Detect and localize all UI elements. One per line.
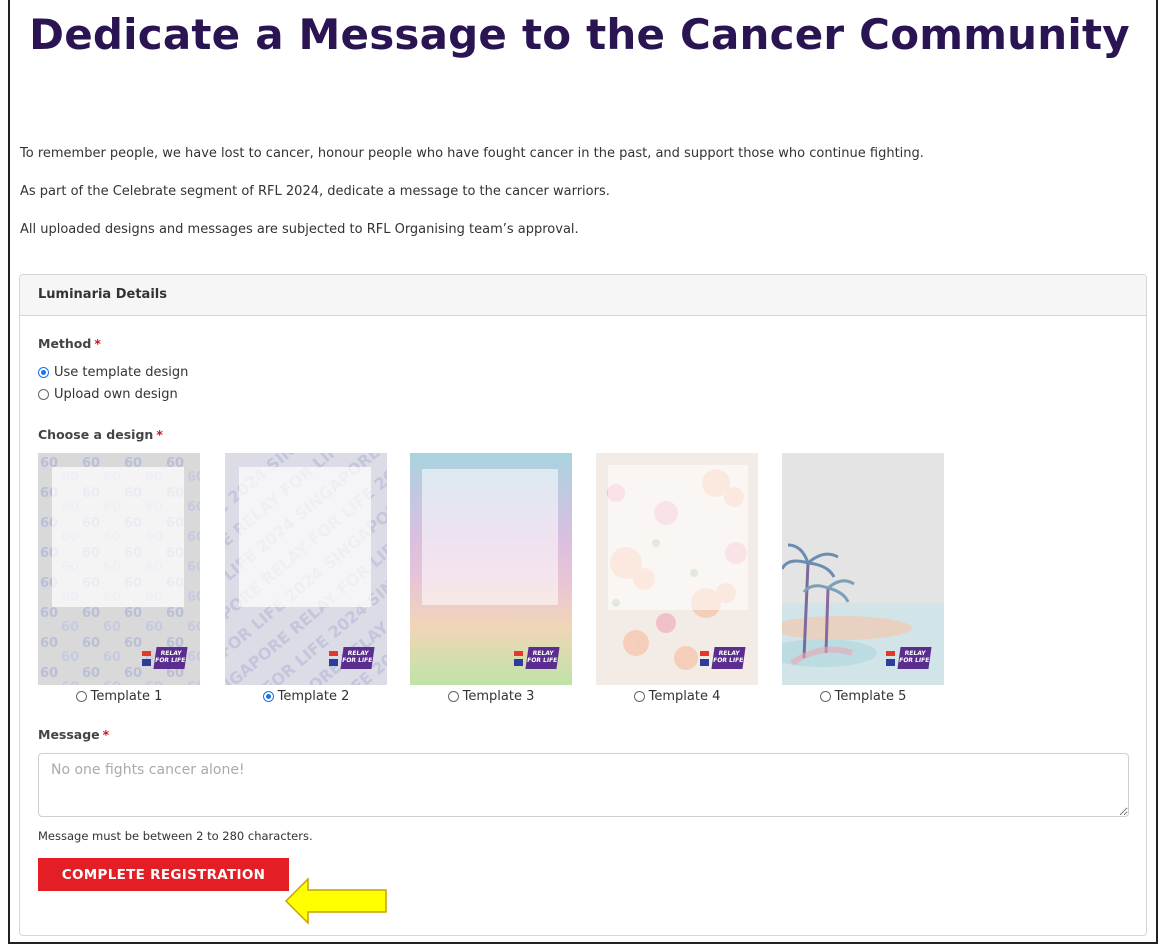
rfl-logo: RELAY FOR LIFE — [328, 647, 375, 671]
radio-checked-icon[interactable] — [38, 367, 49, 378]
rfl-logo: RELAY FOR LIFE — [141, 647, 188, 671]
rfl-logo: RELAY FOR LIFE — [885, 647, 932, 671]
intro-text-2: As part of the Celebrate segment of RFL … — [20, 184, 610, 199]
rfl-logo: RELAY FOR LIFE — [513, 647, 560, 671]
method-option-upload[interactable]: Upload own design — [38, 387, 178, 402]
template-3-image[interactable]: RELAY FOR LIFE — [410, 453, 572, 685]
method-option-template[interactable]: Use template design — [38, 365, 188, 380]
luminaria-details-panel: Luminaria Details Method * Use template d… — [19, 274, 1147, 936]
template-label: Template 1 — [90, 689, 163, 704]
method-option-label: Use template design — [54, 365, 189, 380]
template-5[interactable]: RELAY FOR LIFE Template 5 — [782, 453, 944, 704]
rfl-logo-text: RELAY FOR LIFE — [711, 647, 746, 669]
radio-unchecked-icon[interactable] — [633, 691, 645, 702]
rfl-logo: RELAY FOR LIFE — [699, 647, 746, 671]
template-3[interactable]: RELAY FOR LIFE Template 3 — [410, 453, 572, 704]
rfl-logo-text: RELAY FOR LIFE — [525, 647, 560, 669]
radio-unchecked-icon[interactable] — [447, 691, 459, 702]
template-2-image[interactable]: RELAY FOR LIFE 2024 SINGAPORE SINGAPORE … — [225, 453, 387, 685]
template-1-image[interactable]: 60 60 RELAY FOR LIFE — [38, 453, 200, 685]
radio-unchecked-icon[interactable] — [38, 389, 49, 400]
message-label-text: Message — [38, 727, 100, 742]
template-2[interactable]: RELAY FOR LIFE 2024 SINGAPORE SINGAPORE … — [225, 453, 387, 704]
radio-checked-icon[interactable] — [262, 691, 274, 702]
method-option-label: Upload own design — [54, 387, 178, 402]
message-label: Message * — [38, 727, 109, 742]
template-label: Template 2 — [277, 689, 350, 704]
intro-text-3: All uploaded designs and messages are su… — [20, 222, 579, 237]
rfl-logo-text: RELAY FOR LIFE — [153, 647, 188, 669]
design-label-text: Choose a design — [38, 427, 154, 442]
template-1[interactable]: 60 60 RELAY FOR LIFE Template 1 — [38, 453, 200, 704]
panel-header: Luminaria Details — [20, 275, 1146, 316]
complete-registration-button[interactable]: COMPLETE REGISTRATION — [38, 858, 289, 891]
template-label: Template 4 — [648, 689, 721, 704]
template-label: Template 5 — [834, 689, 907, 704]
rfl-logo-text: RELAY FOR LIFE — [340, 647, 375, 669]
method-label: Method * — [38, 336, 101, 351]
template-label: Template 3 — [462, 689, 535, 704]
required-mark: * — [102, 727, 110, 742]
intro-text-1: To remember people, we have lost to canc… — [20, 146, 924, 161]
radio-unchecked-icon[interactable] — [75, 691, 87, 702]
rfl-logo-text: RELAY FOR LIFE — [897, 647, 932, 669]
method-label-text: Method — [38, 336, 92, 351]
design-label: Choose a design * — [38, 427, 163, 442]
page-title: Dedicate a Message to the Cancer Communi… — [29, 10, 1130, 59]
radio-unchecked-icon[interactable] — [819, 691, 831, 702]
required-mark: * — [94, 336, 101, 351]
yellow-arrow-icon — [284, 877, 387, 925]
template-4-image[interactable]: RELAY FOR LIFE — [596, 453, 758, 685]
message-field[interactable] — [38, 753, 1129, 817]
message-help-text: Message must be between 2 to 280 charact… — [38, 829, 313, 843]
required-mark: * — [156, 427, 163, 442]
template-4[interactable]: RELAY FOR LIFE Template 4 — [596, 453, 758, 704]
template-5-image[interactable]: RELAY FOR LIFE — [782, 453, 944, 685]
